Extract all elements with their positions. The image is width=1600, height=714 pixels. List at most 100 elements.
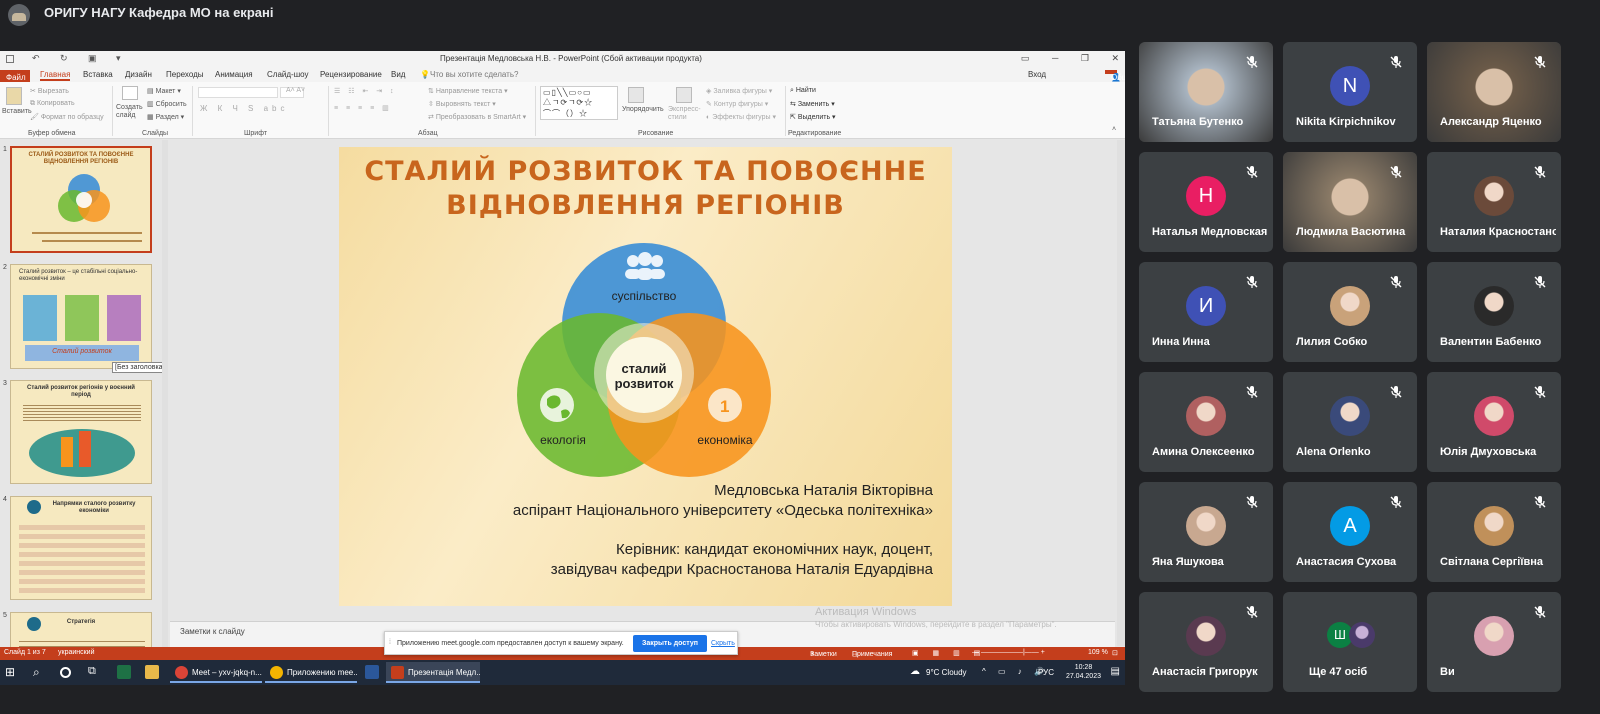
slide-thumbnail-4[interactable]: Напрямки сталого розвитку економіки: [10, 496, 152, 600]
participant-tile[interactable]: Юлія Дмуховська: [1427, 372, 1561, 472]
taskbar-app-powerpoint[interactable]: Презентація Медл...: [386, 662, 480, 683]
participant-tile[interactable]: N Nikita Kirpichnikov: [1283, 42, 1417, 142]
participant-tile[interactable]: Н Наталья Медловская: [1139, 152, 1273, 252]
save-icon[interactable]: [6, 55, 14, 63]
shape-fill-button[interactable]: ◈ Заливка фигуры ▾: [706, 87, 772, 95]
convert-smartart-button[interactable]: ⇄ Преобразовать в SmartArt ▾: [428, 113, 526, 121]
tab-review[interactable]: Рецензирование: [320, 70, 382, 79]
hide-notification-link[interactable]: Скрыть: [711, 640, 735, 647]
copy-button[interactable]: ⧉ Копировать: [30, 100, 75, 108]
participant-tile[interactable]: Людмила Васютина: [1283, 152, 1417, 252]
participant-tile[interactable]: Ви: [1427, 592, 1561, 692]
slideshow-start-icon[interactable]: ▣: [88, 53, 97, 64]
share-button[interactable]: 👤 Общий доступ: [1105, 70, 1125, 91]
font-name-select[interactable]: [198, 87, 278, 98]
signin-link[interactable]: Вход: [1028, 70, 1046, 79]
quick-styles-button[interactable]: Экспресс-стили: [668, 106, 704, 122]
redo-icon[interactable]: ↻: [60, 53, 68, 64]
new-slide-icon[interactable]: [122, 86, 138, 100]
quick-styles-icon[interactable]: [676, 87, 692, 103]
cortana-icon[interactable]: [60, 667, 71, 678]
participant-tile[interactable]: Татьяна Бутенко: [1139, 42, 1273, 142]
cut-button[interactable]: ✂ Вырезать: [30, 87, 69, 95]
weather-text[interactable]: 9°C Cloudy: [926, 668, 967, 677]
list-buttons[interactable]: ☰ ☷ ⇤ ⇥ ↕: [334, 87, 397, 95]
new-slide-button[interactable]: Создать слайд: [116, 104, 144, 120]
paste-button[interactable]: Вставить: [2, 108, 32, 115]
ribbon-display-icon[interactable]: ▭: [1021, 53, 1030, 63]
slide-thumbnail-2[interactable]: Сталий розвиток – це стабільні соціально…: [10, 264, 152, 369]
font-grow-icon[interactable]: A˄ A˅: [286, 87, 305, 94]
input-language[interactable]: РУС: [1038, 668, 1054, 677]
section-button[interactable]: ▦ Раздел ▾: [147, 113, 184, 121]
format-painter-button[interactable]: 🖌 Формат по образцу: [30, 113, 104, 121]
tab-insert[interactable]: Вставка: [83, 70, 113, 79]
align-buttons[interactable]: ≡ ≡ ≡ ≡ ▥: [334, 104, 392, 112]
shapes-gallery[interactable]: ▭▯╲╲▭○▭ △ㄱ⟳ㄱ⟳☆ ⌒⌒（）☆: [540, 86, 618, 120]
participant-tile[interactable]: Лилия Собко: [1283, 262, 1417, 362]
arrange-button[interactable]: Упорядочить: [622, 106, 664, 113]
replace-button[interactable]: ⇆ Заменить ▾: [790, 100, 835, 108]
slide-thumbnail-3[interactable]: Сталий розвиток регіонів у воєнний періо…: [10, 380, 152, 484]
language-indicator[interactable]: украинский: [58, 649, 95, 656]
notifications-icon[interactable]: ▤: [1111, 666, 1120, 677]
reset-button[interactable]: ▥ Сбросить: [147, 100, 187, 108]
align-text-button[interactable]: ⇳ Выровнять текст ▾: [428, 100, 496, 108]
text-direction-button[interactable]: ⇅ Направление текста ▾: [428, 87, 508, 95]
ribbon-divider: [112, 86, 113, 136]
slide-title: СТАЛИЙ РОЗВИТОК ТА ПОВОЄННЕ ВІДНОВЛЕННЯ …: [339, 155, 952, 223]
thumbnails-scrollbar[interactable]: [162, 140, 168, 660]
mic-muted-icon: [1389, 495, 1403, 509]
shape-effects-button[interactable]: ◐ Эффекты фигуры ▾: [706, 113, 776, 121]
collapse-ribbon-icon[interactable]: ˄: [1112, 126, 1116, 133]
tab-animations[interactable]: Анимация: [215, 70, 253, 79]
customize-toolbar-icon[interactable]: ▾: [116, 53, 121, 64]
tab-transitions[interactable]: Переходы: [166, 70, 204, 79]
participant-tile[interactable]: Амина Олексеенко: [1139, 372, 1273, 472]
participant-tile[interactable]: Ш Ще 47 осіб: [1283, 592, 1417, 692]
taskbar-app-chrome[interactable]: Приложению mee...: [265, 662, 357, 683]
file-explorer-icon[interactable]: [145, 665, 159, 679]
current-slide[interactable]: СТАЛИЙ РОЗВИТОК ТА ПОВОЄННЕ ВІДНОВЛЕННЯ …: [339, 147, 952, 606]
thumb-logo: [27, 500, 41, 514]
participant-tile[interactable]: А Анастасия Сухова: [1283, 482, 1417, 582]
word-icon[interactable]: [365, 665, 379, 679]
windows-start-icon[interactable]: ⊞: [5, 665, 19, 679]
participant-tile[interactable]: И Инна Инна: [1139, 262, 1273, 362]
undo-icon[interactable]: ↶: [32, 53, 40, 64]
participant-tile[interactable]: Світлана Сергіївна: [1427, 482, 1561, 582]
layout-button[interactable]: ▤ Макет ▾: [147, 87, 181, 95]
taskbar-clock[interactable]: 10:28 27.04.2023: [1066, 663, 1101, 681]
close-icon[interactable]: ✕: [1111, 53, 1119, 63]
slide-thumbnail-1[interactable]: СТАЛИЙ РОЗВИТОК ТА ПОВОЄННЕ ВІДНОВЛЕННЯ …: [10, 146, 152, 253]
minimize-icon[interactable]: ─: [1052, 53, 1058, 63]
paste-icon[interactable]: [6, 87, 22, 105]
task-view-icon[interactable]: ⧉: [88, 665, 102, 679]
zoom-level[interactable]: 109 %: [1088, 649, 1108, 656]
excel-icon[interactable]: [117, 665, 131, 679]
taskbar-app-meet[interactable]: Meet – yxv-jqkq-n...: [170, 662, 262, 683]
participant-tile[interactable]: Яна Яшукова: [1139, 482, 1273, 582]
tab-design[interactable]: Дизайн: [125, 70, 152, 79]
arrange-icon[interactable]: [628, 87, 644, 103]
fit-slide-icon[interactable]: ⊡: [1112, 649, 1118, 657]
participant-tile[interactable]: Alena Orlenko: [1283, 372, 1417, 472]
editor-scrollbar[interactable]: [1117, 140, 1125, 646]
participant-tile[interactable]: Александр Яценко: [1427, 42, 1561, 142]
participant-tile[interactable]: Валентин Бабенко: [1427, 262, 1561, 362]
drag-handle-icon[interactable]: ⁞: [389, 639, 391, 646]
participant-tile[interactable]: Анастасія Григорук: [1139, 592, 1273, 692]
find-button[interactable]: ⌕ Найти: [790, 87, 816, 95]
select-button[interactable]: ⇱ Выделить ▾: [790, 113, 836, 121]
tell-me-input[interactable]: Что вы хотите сделать?: [430, 70, 518, 79]
font-format-buttons[interactable]: Ж К Ч S abc: [200, 104, 289, 113]
search-icon[interactable]: ⌕: [33, 665, 47, 679]
tab-home[interactable]: Главная: [40, 70, 71, 81]
stop-sharing-button[interactable]: Закрыть доступ: [633, 635, 707, 652]
tab-slideshow[interactable]: Слайд-шоу: [267, 70, 308, 79]
shape-outline-button[interactable]: ✎ Контур фигуры ▾: [706, 100, 768, 108]
tab-view[interactable]: Вид: [391, 70, 405, 79]
maximize-icon[interactable]: ❐: [1081, 53, 1089, 63]
participant-tile[interactable]: Наталия Красностанова: [1427, 152, 1561, 252]
zoom-slider[interactable]: — ——————|—— +: [972, 649, 1045, 656]
